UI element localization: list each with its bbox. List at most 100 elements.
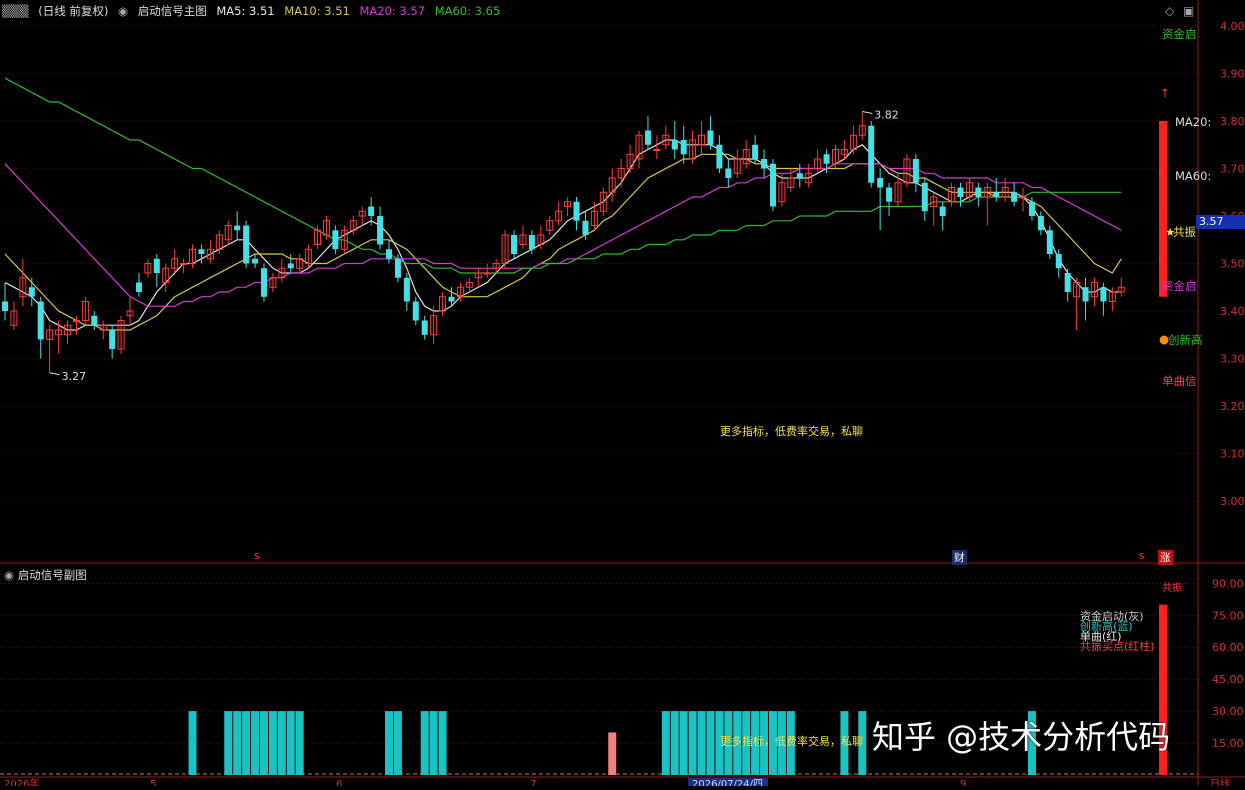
- sub-ytick-label: 15.00: [1212, 737, 1244, 750]
- main-indicator-name[interactable]: 启动信号主图: [138, 4, 207, 18]
- label-ma60: MA60:: [1175, 169, 1212, 183]
- candle-body-up: [72, 320, 80, 322]
- signal-bar: [429, 711, 438, 775]
- xaxis-label: 5: [150, 779, 156, 786]
- candle-body-down: [385, 249, 392, 259]
- main-ytick-label: 3.20: [1220, 400, 1245, 413]
- signal-bar: [295, 711, 304, 775]
- signal-bar: [224, 711, 233, 775]
- sub-ytick-label: 90.00: [1212, 577, 1244, 590]
- badge-zhang: 涨: [1158, 550, 1173, 565]
- sub-indicator-name[interactable]: 启动信号副图: [18, 568, 87, 582]
- candle-body-down: [716, 144, 723, 169]
- chart-svg: 4.003.903.803.703.603.503.403.303.203.10…: [0, 0, 1245, 790]
- signal-bar: [188, 711, 197, 775]
- indicator-toggle-icon[interactable]: ◉: [118, 4, 128, 18]
- candle-body-down: [198, 249, 205, 254]
- signal-bar: [242, 711, 251, 775]
- signal-bar: [670, 711, 679, 775]
- signal-bar: [384, 711, 393, 775]
- candle-body-down: [109, 330, 116, 349]
- candle-body-down: [287, 263, 294, 269]
- ma10-value: MA10: 3.51: [284, 4, 350, 18]
- candle-body-up: [180, 263, 188, 265]
- main-ytick-label: 3.50: [1220, 258, 1245, 271]
- signal-zijinqi-top: 资金启: [1162, 27, 1197, 41]
- xaxis-label: 日线: [1210, 777, 1230, 786]
- candle-body-down: [877, 178, 884, 188]
- candle-body-down: [796, 173, 803, 178]
- main-ytick-label: 3.80: [1220, 115, 1245, 128]
- main-note: 更多指标，低费率交易，私聊: [720, 425, 863, 438]
- candle-body-down: [939, 206, 946, 216]
- candle-body-down: [912, 159, 919, 183]
- signal-gongzhen: 共振: [1173, 225, 1196, 239]
- ma60-value: MA60: 3.65: [434, 4, 501, 18]
- candle-body-down: [260, 268, 267, 297]
- candle-body-down: [332, 230, 339, 250]
- candle-body-down: [91, 315, 98, 326]
- ma-line-ma10: [4, 153, 1122, 331]
- candle-body-down: [252, 258, 259, 264]
- candle-body-down: [823, 154, 830, 164]
- candle-body-down: [2, 301, 8, 311]
- diamond-icon[interactable]: ◇: [1165, 4, 1174, 18]
- candle-body-down: [377, 216, 384, 245]
- ma-line-ma20: [4, 163, 1122, 307]
- candle-body-down: [1082, 287, 1089, 302]
- candle-body-up: [1019, 196, 1027, 199]
- sub-ytick-label: 30.00: [1212, 705, 1244, 718]
- candle-body-down: [886, 187, 893, 202]
- ma5-value: MA5: 3.51: [216, 4, 275, 18]
- sub-toggle-icon[interactable]: ◉: [4, 568, 14, 582]
- high-marker-line: [862, 111, 873, 114]
- candle-body-down: [412, 301, 419, 321]
- symbol-placeholder: ▒▒▒: [2, 4, 29, 18]
- signal-bar: [706, 711, 715, 775]
- sub-ytick-label: 60.00: [1212, 641, 1244, 654]
- candle-body-down: [368, 206, 375, 216]
- sub-ytick-label: 75.00: [1212, 609, 1244, 622]
- sub-gongzhen-label: 共振: [1162, 583, 1182, 594]
- candle-body-down: [403, 277, 410, 302]
- ma20-value: MA20: 3.57: [359, 4, 426, 18]
- candle-body-down: [680, 140, 687, 155]
- candle-body-down: [135, 282, 142, 292]
- candle-body-down: [243, 225, 250, 264]
- candle-body-down: [582, 220, 589, 235]
- main-signal-column: [1159, 121, 1167, 297]
- candle-body-down: [1100, 287, 1107, 302]
- main-header: ▒▒▒ (日线 前复权) ◉ 启动信号主图 MA5: 3.51 MA10: 3.…: [0, 3, 506, 19]
- signal-bar: [268, 711, 277, 775]
- signal-bar: [661, 711, 670, 775]
- signal-bar-red: [608, 732, 617, 775]
- xaxis-label: 6: [336, 779, 342, 786]
- maximize-icon[interactable]: ▣: [1183, 4, 1194, 18]
- candle-body-down: [1037, 216, 1044, 231]
- period-label[interactable]: (日线 前复权): [38, 4, 108, 18]
- main-ytick-label: 3.10: [1220, 448, 1245, 461]
- sub-header: ◉ 启动信号副图: [4, 567, 87, 583]
- candle-body-down: [725, 168, 732, 178]
- candle-body-down: [1011, 192, 1018, 202]
- chart-stage: 4.003.903.803.703.603.503.403.303.203.10…: [0, 0, 1245, 790]
- candle-body-down: [511, 235, 518, 254]
- signal-bar: [286, 711, 295, 775]
- candle-body-down: [234, 225, 241, 231]
- mark-s-right: s: [1139, 550, 1145, 562]
- ma-line-ma60: [4, 77, 1122, 274]
- candle-body-down: [644, 130, 651, 145]
- candle-body-down: [528, 235, 535, 250]
- main-ytick-label: 3.70: [1220, 163, 1245, 176]
- signal-bar: [420, 711, 429, 775]
- watermark: 知乎 @技术分析代码: [872, 718, 1171, 756]
- candle-body-down: [448, 296, 455, 302]
- signal-bar: [688, 711, 697, 775]
- candle-body-down: [868, 125, 875, 183]
- candle-body-down: [421, 320, 428, 335]
- candle-body-down: [707, 130, 714, 145]
- candle-body-down: [1028, 201, 1035, 216]
- current-price-tag: 3.57: [1196, 215, 1245, 229]
- main-ytick-label: 4.00: [1220, 20, 1245, 33]
- low-price-label: 3.27: [62, 370, 87, 383]
